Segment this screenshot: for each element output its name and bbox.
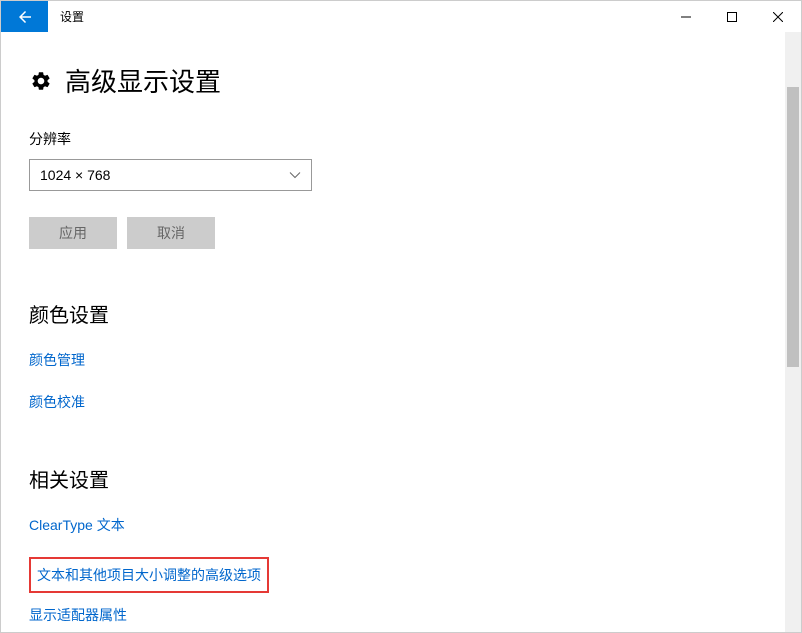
minimize-button[interactable]: [663, 1, 709, 32]
page-header: 高级显示设置: [29, 62, 773, 99]
scrollbar-thumb[interactable]: [787, 87, 799, 367]
resolution-dropdown[interactable]: 1024 × 768: [29, 159, 312, 191]
page-title: 高级显示设置: [65, 62, 221, 99]
apply-button[interactable]: 应用: [29, 217, 117, 249]
text-sizing-link[interactable]: 文本和其他项目大小调整的高级选项: [37, 565, 261, 585]
adapter-link[interactable]: 显示适配器属性: [29, 605, 127, 625]
close-icon: [773, 12, 783, 22]
resolution-label: 分辨率: [29, 129, 773, 149]
color-section-title: 颜色设置: [29, 299, 773, 328]
window-controls: [663, 1, 801, 32]
window-title: 设置: [48, 1, 84, 32]
close-button[interactable]: [755, 1, 801, 32]
related-section-title: 相关设置: [29, 464, 773, 493]
color-calibration-link[interactable]: 颜色校准: [29, 392, 85, 412]
resolution-value: 1024 × 768: [40, 167, 110, 183]
button-row: 应用 取消: [29, 217, 773, 249]
color-management-link[interactable]: 颜色管理: [29, 350, 85, 370]
gear-icon: [29, 69, 53, 93]
chevron-down-icon: [289, 169, 301, 181]
highlight-box: 文本和其他项目大小调整的高级选项: [29, 557, 269, 593]
vertical-scrollbar[interactable]: [785, 32, 801, 632]
maximize-button[interactable]: [709, 1, 755, 32]
maximize-icon: [727, 12, 737, 22]
content-area: 高级显示设置 分辨率 1024 × 768 应用 取消 颜色设置 颜色管理 颜色…: [1, 32, 801, 632]
cleartype-link[interactable]: ClearType 文本: [29, 515, 125, 535]
cancel-button[interactable]: 取消: [127, 217, 215, 249]
back-button[interactable]: [1, 1, 48, 32]
minimize-icon: [681, 12, 691, 22]
arrow-left-icon: [16, 8, 34, 26]
titlebar: 设置: [1, 1, 801, 32]
